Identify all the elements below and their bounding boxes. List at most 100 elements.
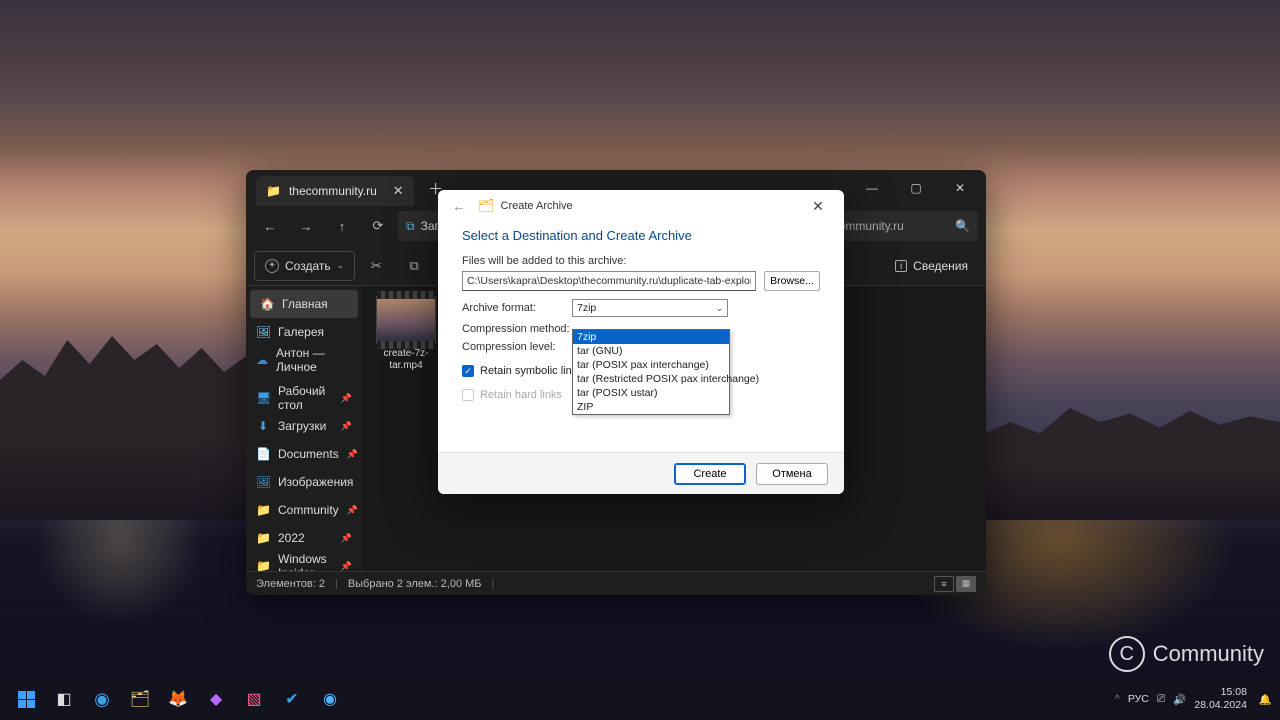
files-label: Files will be added to this archive: [462, 255, 820, 267]
sidebar-item-label: Windows Insider [278, 552, 333, 571]
folder-icon: 📁 [256, 559, 270, 571]
browse-button[interactable]: Browse... [764, 271, 820, 291]
sidebar-item-label: Загрузки [278, 419, 326, 433]
dropdown-option[interactable]: ZIP [573, 400, 729, 414]
sidebar-item-gallery[interactable]: 🖼Галерея [246, 318, 362, 346]
archive-path-input[interactable] [462, 271, 756, 291]
tray-chevron-icon[interactable]: ^ [1115, 693, 1120, 705]
sidebar-item-2022[interactable]: 📁2022📌 [246, 524, 362, 552]
community-logo-icon: C [1109, 636, 1145, 672]
sidebar-item-community[interactable]: 📁Community📌 [246, 496, 362, 524]
clock[interactable]: 15:08 28.04.2024 [1194, 686, 1251, 711]
pin-icon: 📌 [347, 449, 358, 460]
dropdown-option[interactable]: tar (POSIX pax interchange) [573, 358, 729, 372]
archive-format-value: 7zip [577, 302, 596, 314]
item-count: Элементов: 2 [256, 578, 325, 590]
pin-icon: 📌 [347, 505, 358, 516]
back-button[interactable]: ← [254, 210, 286, 242]
folder-icon: 📁 [256, 531, 270, 545]
copy-button[interactable]: ⧉ [397, 251, 431, 281]
refresh-button[interactable]: ⟳ [362, 210, 394, 242]
selection-info: Выбрано 2 элем.: 2,00 МБ [348, 578, 482, 590]
retain-symlinks-label: Retain symbolic links [480, 365, 583, 377]
folder-icon: 📁 [256, 503, 270, 517]
taskbar[interactable]: ◧ ◉ 🗂 🦊 ◆ ▧ ✔ ◉ ^ РУС ⎚ 🔊 15:08 28.04.20… [0, 678, 1280, 720]
maximize-button[interactable]: ▢ [894, 170, 938, 206]
sidebar-item-documents[interactable]: 📄Documents📌 [246, 440, 362, 468]
clock-date: 28.04.2024 [1194, 699, 1247, 712]
compression-level-label: Compression level: [462, 341, 572, 353]
forward-button[interactable]: → [290, 210, 322, 242]
retain-hardlinks-label: Retain hard links [480, 389, 562, 401]
taskbar-explorer-icon[interactable]: 🗂 [122, 681, 158, 717]
tab-active[interactable]: 📁 thecommunity.ru ✕ [256, 176, 414, 206]
windows-logo-icon [18, 691, 35, 708]
clock-time: 15:08 [1194, 686, 1247, 699]
dropdown-option[interactable]: tar (GNU) [573, 344, 729, 358]
sidebar-item-label: Рабочий стол [278, 384, 333, 412]
sidebar-item-рабочий-стол[interactable]: 🖥 Рабочий стол 📌 [246, 384, 362, 412]
pin-icon: 📌 [341, 393, 352, 404]
file-item[interactable]: create-7z-tar.mp4 [372, 296, 440, 372]
info-icon: i [895, 260, 907, 272]
dropdown-option[interactable]: 7zip [573, 330, 729, 344]
dialog-close-button[interactable]: ✕ [800, 192, 836, 220]
sidebar-item-windows-insider[interactable]: 📁Windows Insider📌 [246, 552, 362, 571]
dropdown-option[interactable]: tar (POSIX ustar) [573, 386, 729, 400]
minimize-button[interactable]: — [850, 170, 894, 206]
chevron-down-icon: ⌄ [337, 260, 345, 271]
new-button[interactable]: + Создать ⌄ [254, 251, 355, 281]
details-button[interactable]: i Сведения [885, 259, 978, 273]
cut-button[interactable]: ✂ [359, 251, 393, 281]
network-icon[interactable]: ⎚ [1157, 693, 1165, 706]
sidebar-item-label: Documents [278, 447, 339, 461]
view-details-button[interactable]: ≡ [934, 576, 954, 592]
nav-pane: 🏠 Главная 🖼Галерея☁Антон — Личное 🖥 Рабочий … [246, 286, 362, 571]
sidebar-item-label: Изображения [278, 475, 353, 489]
volume-icon[interactable]: 🔊 [1173, 693, 1186, 706]
status-bar: Элементов: 2 | Выбрано 2 элем.: 2,00 МБ … [246, 571, 986, 595]
plus-icon: + [265, 259, 279, 273]
tab-close-button[interactable]: ✕ [393, 183, 404, 199]
start-button[interactable] [8, 681, 44, 717]
sidebar-item-home[interactable]: 🏠 Главная [250, 290, 358, 318]
task-view-button[interactable]: ◧ [46, 681, 82, 717]
cloud-icon: ☁ [256, 353, 268, 367]
sidebar-item-загрузки[interactable]: ⬇Загрузки📌 [246, 412, 362, 440]
taskbar-app-icon[interactable]: ✔ [274, 681, 310, 717]
cancel-button[interactable]: Отмена [756, 463, 828, 485]
dropdown-option[interactable]: tar (Restricted POSIX pax interchange) [573, 372, 729, 386]
download-icon: ⬇ [256, 419, 270, 433]
compression-method-label: Compression method: [462, 323, 572, 335]
archive-format-select[interactable]: 7zip ⌄ [572, 299, 728, 317]
file-name: create-7z-tar.mp4 [372, 348, 440, 372]
archive-icon: 🗂 [478, 198, 495, 214]
sidebar-item-изображения[interactable]: 🖼Изображения📌 [246, 468, 362, 496]
home-icon: 🏠 [260, 297, 274, 311]
close-button[interactable]: ✕ [938, 170, 982, 206]
tab-title: thecommunity.ru [289, 184, 377, 198]
taskbar-app-icon[interactable]: ▧ [236, 681, 272, 717]
sidebar-item-label: 2022 [278, 531, 305, 545]
wallpaper-buildings [980, 380, 1280, 520]
image-icon: 🖼 [256, 475, 270, 489]
taskbar-firefox-icon[interactable]: 🦊 [160, 681, 196, 717]
notifications-icon[interactable]: 🔔 [1259, 693, 1272, 706]
taskbar-edge-icon[interactable]: ◉ [84, 681, 120, 717]
format-dropdown[interactable]: 7ziptar (GNU)tar (POSIX pax interchange)… [572, 329, 730, 415]
wallpaper-buildings [0, 320, 280, 520]
chevron-down-icon: ⌄ [715, 303, 723, 314]
dialog-back-button[interactable]: ← [446, 198, 472, 214]
language-indicator[interactable]: РУС [1128, 693, 1149, 705]
taskbar-app-icon[interactable]: ◉ [312, 681, 348, 717]
dialog-title: Create Archive [501, 200, 573, 212]
retain-symlinks-checkbox[interactable]: ✓ [462, 365, 474, 377]
create-button[interactable]: Create [674, 463, 746, 485]
up-button[interactable]: ↑ [326, 210, 358, 242]
view-thumbnails-button[interactable]: ▦ [956, 576, 976, 592]
desktop-icon: 🖥 [256, 391, 270, 405]
taskbar-app-icon[interactable]: ◆ [198, 681, 234, 717]
create-archive-dialog: ← 🗂 Create Archive ✕ Select a Destinatio… [438, 190, 844, 494]
sidebar-item-label: Главная [282, 297, 328, 311]
sidebar-item-cloud[interactable]: ☁Антон — Личное [246, 346, 362, 374]
